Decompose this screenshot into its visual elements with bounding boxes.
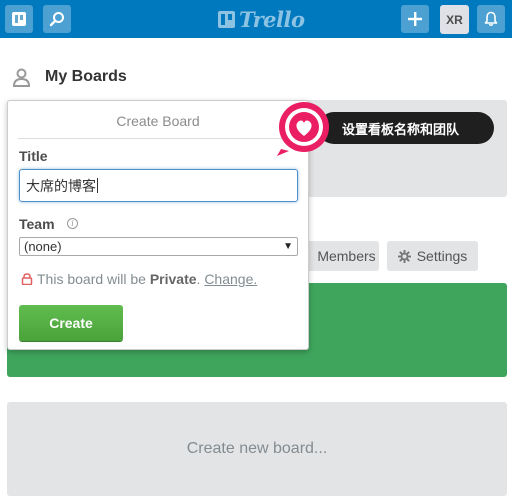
team-select[interactable]: (none) ▼: [19, 237, 298, 256]
popover-title: Create Board: [116, 113, 200, 129]
section-title: My Boards: [45, 68, 127, 85]
settings-label: Settings: [416, 248, 468, 264]
create-new-board-tile[interactable]: Create new board...: [7, 402, 507, 496]
plus-icon: [408, 12, 422, 26]
search-button[interactable]: [43, 5, 71, 33]
members-label: Members: [317, 248, 376, 264]
avatar[interactable]: XR: [440, 5, 469, 34]
privacy-prefix: This board will be: [37, 271, 150, 287]
search-icon: [49, 12, 64, 27]
members-button[interactable]: Members: [298, 241, 379, 271]
board-title-input[interactable]: 大席的博客: [19, 169, 298, 202]
bell-icon: [484, 11, 498, 27]
logo-text: Trello: [239, 6, 305, 32]
boards-icon: [12, 12, 26, 26]
boards-button[interactable]: [5, 5, 33, 33]
team-select-value: (none): [24, 239, 62, 254]
change-privacy-link[interactable]: Change.: [204, 271, 257, 287]
lock-icon: [21, 273, 33, 285]
person-icon: [12, 68, 31, 87]
privacy-level: Private: [149, 271, 197, 287]
add-button[interactable]: [401, 5, 429, 33]
trello-logo-mark: [218, 10, 235, 28]
callout-text: 设置看板名称和团队: [342, 121, 460, 137]
create-board-popover: Create Board Title 大席的博客 Team i (none) ▼…: [7, 100, 309, 350]
title-label: Title: [19, 148, 48, 164]
my-boards-header: My Boards: [12, 66, 127, 88]
trello-logo[interactable]: Trello: [218, 6, 305, 32]
gear-icon: [397, 249, 411, 263]
top-bar: Trello XR: [0, 0, 512, 38]
create-button[interactable]: Create: [19, 305, 123, 341]
popover-divider: [18, 138, 298, 139]
dropdown-arrow-icon: ▼: [283, 241, 293, 252]
board-title-value: 大席的博客: [26, 177, 96, 194]
text-caret: [97, 178, 98, 193]
create-new-board-label: Create new board...: [186, 440, 328, 457]
privacy-notice: This board will be Private. Change.: [21, 271, 257, 287]
annotation-callout: 设置看板名称和团队: [318, 112, 494, 144]
info-icon[interactable]: i: [67, 218, 78, 229]
heart-badge-icon: [277, 102, 329, 156]
team-label: Team: [19, 216, 55, 232]
notifications-button[interactable]: [477, 5, 505, 33]
settings-button[interactable]: Settings: [387, 241, 478, 271]
